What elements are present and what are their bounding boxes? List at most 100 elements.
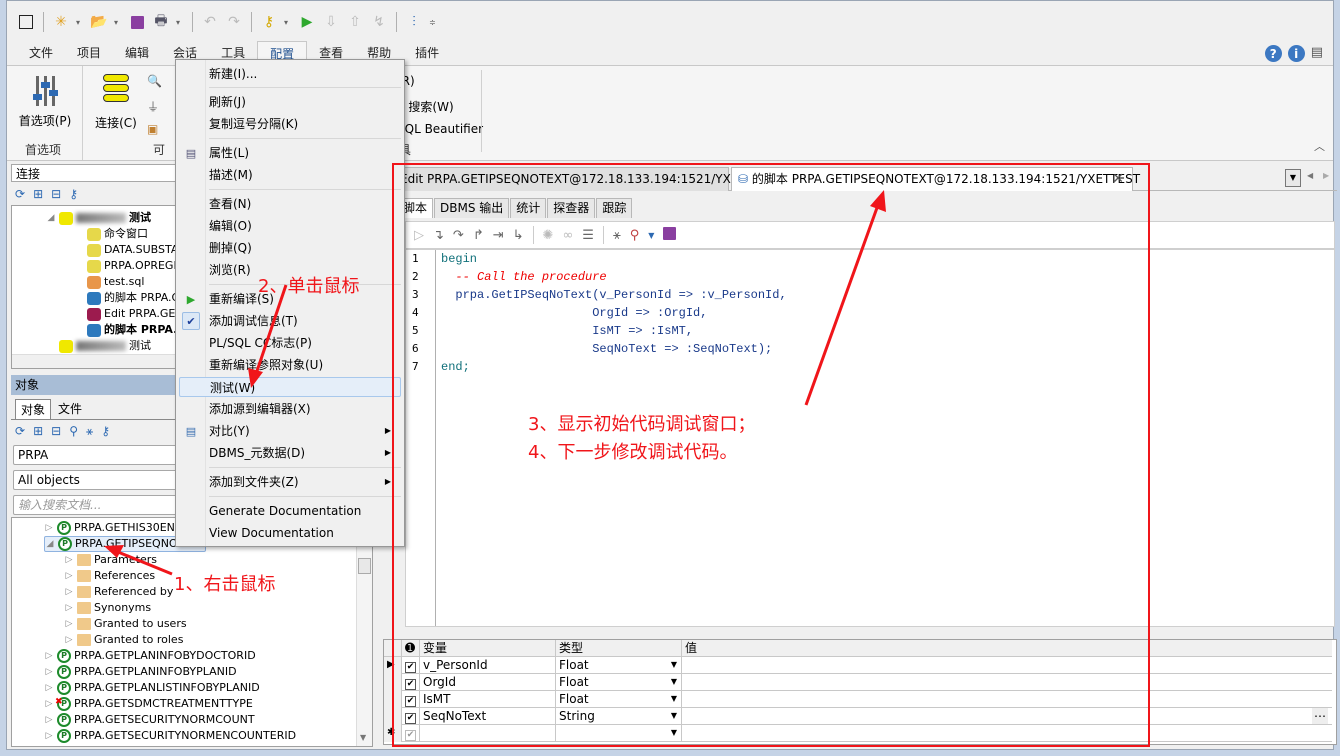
variable-value-cell[interactable] (682, 674, 1332, 691)
expand-all-icon[interactable]: ⊞ (33, 187, 43, 201)
context-menu-item[interactable]: 刷新(J) (209, 92, 399, 112)
variable-name-cell[interactable]: IsMT (420, 691, 556, 708)
variable-value-cell[interactable] (682, 725, 1332, 742)
expand-icon[interactable]: ▷ (64, 552, 74, 568)
connection-tree-item[interactable]: DATA.SUBSTAN (74, 242, 187, 258)
subtab[interactable]: DBMS 输出 (434, 198, 510, 218)
search-object-icon[interactable]: 🔍 (147, 74, 162, 88)
context-menu-item[interactable]: Generate Documentation (209, 501, 399, 521)
open-icon[interactable]: 📂 (90, 13, 108, 31)
variable-type-cell[interactable]: ▼ (556, 725, 682, 742)
doc-tab-edit[interactable]: Edit PRPA.GETIPSEQNOTEXT@172.18.133.194:… (393, 167, 775, 191)
new-variable-row[interactable]: ✱ ✔ ▼ (384, 725, 1332, 742)
code-line[interactable]: end; (441, 358, 787, 376)
code-line[interactable]: -- Call the procedure (441, 268, 787, 286)
enabled-checkbox[interactable]: ✔ (405, 713, 416, 724)
key-icon[interactable]: ⚷ (260, 13, 278, 31)
variable-type-cell[interactable]: Float ▼ (556, 691, 682, 708)
doc-tab-test-window[interactable]: ⛁ 的脚本 PRPA.GETIPSEQNOTEXT@172.18.133.194… (731, 167, 1140, 191)
connection-tree-item[interactable]: PRPA.OPREGIST (74, 258, 190, 274)
expand-icon[interactable]: ▷ (44, 728, 54, 744)
menu-tab-plugins[interactable]: 插件 (403, 41, 451, 65)
variable-type-cell[interactable]: Float ▼ (556, 657, 682, 674)
chevron-down-icon[interactable]: ▾ (284, 18, 292, 27)
object-tree-item[interactable]: ▷ P PRPA.GETSECURITYNORMCOUNT (44, 712, 255, 728)
subtab[interactable]: 跟踪 (596, 198, 633, 218)
code-line[interactable]: IsMT => :IsMT, (441, 322, 787, 340)
watch-icon[interactable]: ∞ (562, 228, 573, 243)
menu-tab-edit[interactable]: 编辑 (113, 41, 161, 65)
redo-icon[interactable]: ↷ (225, 13, 243, 31)
context-menu-item[interactable]: 新建(I)... (209, 64, 399, 84)
refresh-icon[interactable]: ⟳ (15, 424, 25, 439)
connection-tree-item[interactable]: ◢ 测试 (46, 210, 151, 226)
scrollbar-thumb[interactable] (358, 558, 371, 574)
print-icon[interactable]: 🖶 (152, 13, 170, 31)
object-folder-item[interactable]: ▷ Granted to users (64, 616, 187, 632)
variable-value-cell[interactable] (682, 657, 1332, 674)
menu-tab-project[interactable]: 项目 (65, 41, 113, 65)
explain-plan-icon[interactable]: ⚹ (613, 228, 621, 243)
tab-objects[interactable]: 对象 (15, 399, 52, 419)
commit-icon[interactable]: ⇩ (322, 13, 340, 31)
collapse-all-icon[interactable]: ⊟ (51, 187, 61, 201)
variable-row[interactable]: ✔ OrgId Float ▼ (384, 674, 1332, 691)
chevron-down-icon[interactable]: ▼ (648, 231, 654, 240)
preferences-button[interactable]: 首选项(P) (15, 72, 75, 129)
object-folder-item[interactable]: ▷ Granted to roles (64, 632, 183, 648)
object-tree-item[interactable]: ▷ P PRPA.GETHIS30ENC (44, 520, 183, 536)
context-menu-item[interactable]: 重新编译参照对象(U) (209, 355, 399, 375)
run-to-exception-icon[interactable]: ↳ (513, 228, 524, 243)
connection-tree-item[interactable]: 命令窗口 (74, 226, 148, 242)
context-menu-item[interactable]: 添加到文件夹(Z) ▶ (209, 472, 399, 492)
filter-icon[interactable]: ⏚ (147, 98, 159, 115)
context-menu-item[interactable]: PL/SQL CC标志(P) (209, 333, 399, 353)
menu-tab-file[interactable]: 文件 (17, 41, 65, 65)
dropdown-arrow-icon[interactable]: ▼ (671, 725, 677, 741)
collapse-ribbon-icon[interactable]: ︿ (1314, 138, 1325, 154)
run-to-cursor-icon[interactable]: ⇥ (493, 228, 504, 243)
collapse-icon[interactable]: ◢ (46, 210, 56, 226)
scrollbar[interactable]: ▼ (356, 518, 372, 746)
web-search-button[interactable]: b 搜索(W) (397, 98, 454, 115)
info-icon[interactable]: i (1287, 45, 1305, 62)
variable-name-cell[interactable] (420, 725, 556, 742)
expand-icon[interactable]: ▷ (44, 520, 54, 536)
variable-type-cell[interactable]: String ▼ (556, 708, 682, 725)
break-icon[interactable]: ↯ (370, 13, 388, 31)
connect-icon[interactable]: ⚷ (69, 187, 78, 201)
documentation-icon[interactable]: ▤ (1311, 45, 1323, 62)
expand-icon[interactable]: ▷ (44, 696, 54, 712)
object-folder-item[interactable]: ▷ Synonyms (64, 600, 151, 616)
expand-icon[interactable]: ▷ (64, 568, 74, 584)
enabled-checkbox[interactable]: ✔ (405, 696, 416, 707)
object-tree-item[interactable]: ▷ P PRPA.GETPLANINFOBYPLANID (44, 664, 237, 680)
customize-icon[interactable]: ≑ (429, 18, 437, 27)
expand-icon[interactable]: ▷ (64, 600, 74, 616)
object-tree-item[interactable]: ▷ P PRPA.GETSECURITYNORMENCOUNTERID (44, 728, 296, 744)
connect-button[interactable]: 连接(C) (93, 74, 139, 131)
dropdown-arrow-icon[interactable]: ▼ (671, 691, 677, 707)
context-menu-item[interactable]: 添加调试信息(T) (209, 311, 399, 331)
enabled-checkbox[interactable]: ✔ (405, 662, 416, 673)
variable-name-cell[interactable]: v_PersonId (420, 657, 556, 674)
expand-all-icon[interactable]: ⊞ (33, 424, 43, 439)
scroll-tabs-left-icon[interactable]: ◀ (1307, 171, 1313, 180)
undo-icon[interactable]: ↶ (201, 13, 219, 31)
expand-icon[interactable]: ▷ (44, 712, 54, 728)
step-into-icon[interactable]: ↴ (433, 228, 444, 243)
scroll-down-icon[interactable]: ▼ (360, 733, 366, 742)
column-header-variable[interactable]: 变量 (420, 640, 556, 657)
query-builder-icon[interactable]: ⚲ (630, 228, 640, 243)
key-icon[interactable]: ⚷ (101, 424, 110, 439)
step-out-icon[interactable]: ↱ (473, 228, 484, 243)
window-icon[interactable] (17, 13, 35, 31)
help-icon[interactable]: ? (1264, 45, 1282, 62)
expand-icon[interactable]: ▷ (44, 664, 54, 680)
object-folder-item[interactable]: ▷ References (64, 568, 155, 584)
subtab[interactable]: 统计 (510, 198, 547, 218)
column-header-type[interactable]: 类型 (556, 640, 682, 657)
enabled-checkbox[interactable]: ✔ (405, 730, 416, 741)
variable-row[interactable]: ✔ SeqNoText String ▼ ⋯ (384, 708, 1332, 725)
folder-icon[interactable]: ▣ (147, 122, 158, 136)
